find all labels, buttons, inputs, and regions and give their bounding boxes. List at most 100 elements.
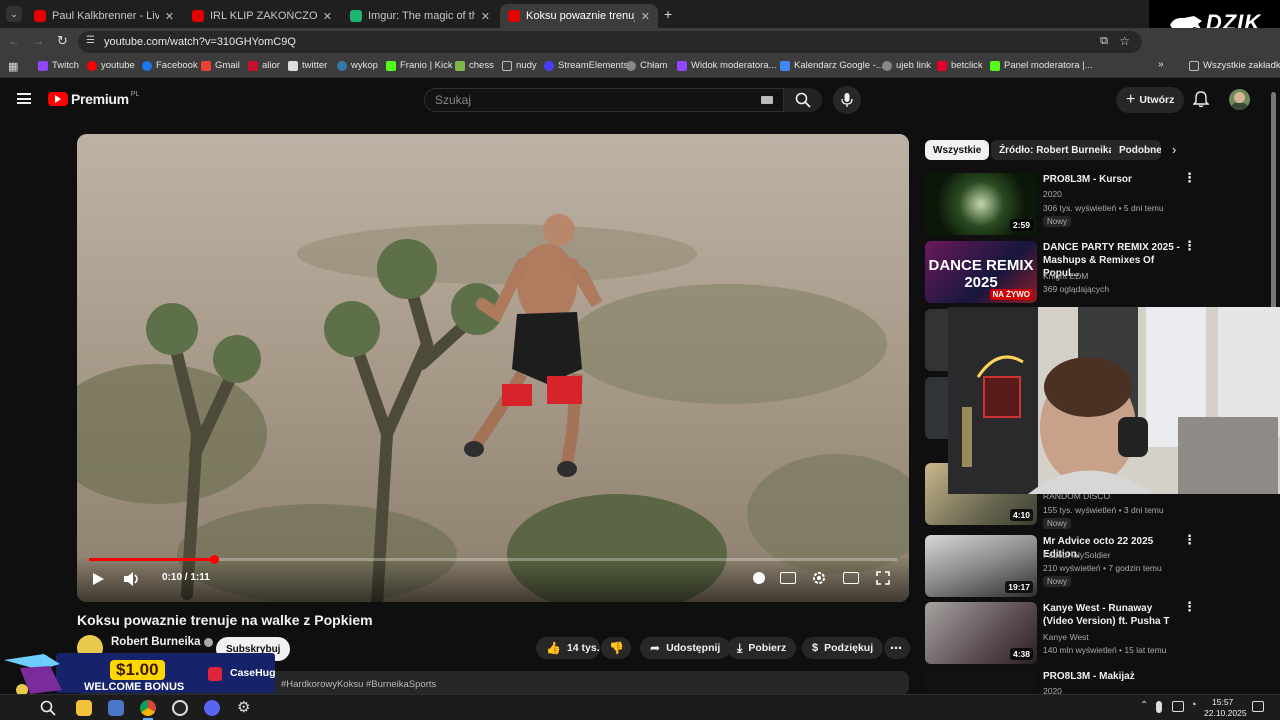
more-vertical-icon[interactable]: ⋮ [1183,239,1196,252]
user-avatar[interactable] [1229,89,1250,110]
tab-list-chevron-icon[interactable]: ⌄ [6,6,22,22]
search-icon[interactable] [40,700,56,716]
progress-scrubber-handle[interactable] [210,555,220,564]
video-thumbnail[interactable]: 19:17 [925,535,1037,597]
fullscreen-icon[interactable] [876,571,890,585]
chrome-icon[interactable] [140,700,156,716]
more-bookmarks-chevron-icon[interactable]: » [1158,59,1164,70]
apps-grid-icon[interactable]: ▦ [8,60,18,73]
bookmark-twitter[interactable]: twitter [288,60,327,71]
settings-gear-icon[interactable]: ⚙ [237,698,250,716]
bookmark-chess[interactable]: chess [455,60,494,71]
bookmark-panel-moderatora[interactable]: Panel moderatora |... [990,60,1093,71]
browser-tab[interactable]: Paul Kalkbrenner - Live at Tomo ✕ [26,4,182,28]
recommendation-item[interactable]: DANCE REMIX 2025 NA ŻYWO DANCE PARTY REM… [925,239,1280,303]
chip-similar[interactable]: Podobne [1111,140,1161,160]
discord-icon[interactable] [204,700,220,716]
video-thumbnail[interactable]: DANCE REMIX 2025 NA ŻYWO [925,241,1037,303]
notifications-bell-icon[interactable] [1193,91,1209,108]
close-tab-icon[interactable]: ✕ [481,10,490,23]
more-vertical-icon[interactable]: ⋮ [1183,171,1196,184]
notification-center-icon[interactable] [1252,701,1264,712]
recommendation-meta: 155 tys. wyświetleń • 3 dni temu [1043,505,1164,515]
video-thumbnail[interactable]: 4:38 [925,602,1037,664]
page-scrollbar[interactable] [1271,92,1276,312]
network-icon[interactable] [1172,701,1184,712]
bookmark-star-icon[interactable]: ☆ [1119,34,1130,48]
autoplay-toggle-icon[interactable] [753,572,765,584]
wifi-icon[interactable]: ◔ [1190,699,1197,711]
bookmark-facebook[interactable]: Facebook [142,60,198,71]
recommendation-item[interactable]: 4:38 Kanye West - Runaway (Video Version… [925,600,1280,664]
youtube-premium-logo[interactable]: Premium PL [48,91,139,107]
chips-next-chevron-icon[interactable]: › [1172,142,1176,157]
more-actions-button[interactable]: ⋯ [884,637,910,659]
bookmark-betclick[interactable]: betclick [937,60,983,71]
bookmark-chlam[interactable]: Chłam [626,60,667,71]
address-bar[interactable]: ☰ youtube.com/watch?v=310GHYomC9Q ⧉ ☆ [78,31,1142,53]
dislike-button[interactable]: 👎 [601,637,631,659]
chip-source-channel[interactable]: Źródło: Robert Burneika [991,140,1123,160]
bookmark-folder-nudy[interactable]: nudy [502,60,537,71]
bookmark-streamelements[interactable]: StreamElements [544,60,628,71]
bookmark-ujeb-link[interactable]: ujeb link [882,60,931,71]
tray-overflow-chevron-icon[interactable]: ⌃ [1140,700,1148,711]
file-explorer-icon[interactable] [76,700,92,716]
recommendation-item[interactable]: 2:59 PRO8L3M - Kursor 2020 306 tys. wyśw… [925,171,1280,235]
bookmark-wykop[interactable]: wykop [337,60,378,71]
video-player[interactable]: 0:10 / 1:11 [77,134,909,602]
thanks-button[interactable]: $ Podziękuj [802,637,884,659]
recommendation-item[interactable]: 19:17 Mr Advice octo 22 2025 Edition. Fa… [925,533,1280,597]
bookmark-kick[interactable]: Franio | Kick [386,60,453,71]
more-vertical-icon[interactable]: ⋮ [1183,533,1196,546]
share-arrow-icon: ➦ [650,641,661,655]
browser-tab-active[interactable]: Koksu powaznie trenuje na walk ✕ [500,4,658,28]
subtitles-icon[interactable] [780,572,796,584]
play-icon[interactable] [91,572,105,586]
search-button[interactable] [784,88,822,112]
reload-icon[interactable]: ↻ [57,33,68,49]
video-thumbnail[interactable]: 2:59 [925,173,1037,235]
site-info-icon[interactable]: ☰ [86,35,95,46]
install-app-icon[interactable]: ⧉ [1100,35,1108,48]
miniplayer-icon[interactable] [843,572,859,584]
app-icon[interactable] [108,700,124,716]
hamburger-menu-icon[interactable] [17,93,31,104]
tab-title: Koksu powaznie trenuje na walk [526,10,635,22]
voice-search-button[interactable] [833,86,861,114]
close-tab-icon[interactable]: ✕ [165,10,174,23]
progress-bar-track[interactable] [89,555,897,564]
settings-gear-icon[interactable] [811,570,827,586]
like-button[interactable]: 👍 14 tys. [536,637,600,659]
bookmark-widok-moderatora[interactable]: Widok moderatora... [677,60,777,71]
more-vertical-icon[interactable]: ⋮ [1183,600,1196,613]
keyboard-icon[interactable] [761,96,773,104]
close-tab-icon[interactable]: ✕ [323,10,332,23]
bookmark-youtube[interactable]: youtube [87,60,135,71]
browser-tab[interactable]: Imgur: The magic of the Interne ✕ [342,4,498,28]
create-button[interactable]: + Utwórz [1116,87,1185,113]
new-tab-plus-icon[interactable]: + [664,6,672,22]
obs-icon[interactable] [172,700,188,716]
bookmark-kalendarz[interactable]: Kalendarz Google -... [780,60,884,71]
download-button[interactable]: ⤓ Pobierz [727,637,797,659]
bookmark-alior[interactable]: alior [248,60,280,71]
clock-date[interactable]: 22.10.2025 [1204,708,1247,718]
google-calendar-icon [780,60,790,71]
share-button[interactable]: ➦ Udostępnij [640,637,731,659]
channel-name[interactable]: Robert Burneika [111,636,214,648]
browser-tab[interactable]: IRL KLIP ZAKOŃCZONY I JEDZI ✕ [184,4,340,28]
microphone-tray-icon[interactable] [1156,701,1162,713]
back-arrow-icon[interactable]: ← [8,34,20,48]
search-input[interactable]: Szukaj [424,88,784,112]
close-tab-icon[interactable]: ✕ [641,10,650,23]
all-bookmarks-folder[interactable]: Wszystkie zakładki [1189,60,1280,71]
clock-time[interactable]: 15:57 [1212,697,1233,707]
chip-all[interactable]: Wszystkie [925,140,990,160]
volume-icon[interactable] [123,571,141,587]
bookmark-twitch[interactable]: Twitch [38,60,79,71]
video-thumbnail[interactable] [925,670,1037,694]
bookmark-gmail[interactable]: Gmail [201,60,240,71]
recommendation-item[interactable]: PRO8L3M - Makijaż 2020 [925,670,1280,694]
forward-arrow-icon[interactable]: → [32,34,44,48]
